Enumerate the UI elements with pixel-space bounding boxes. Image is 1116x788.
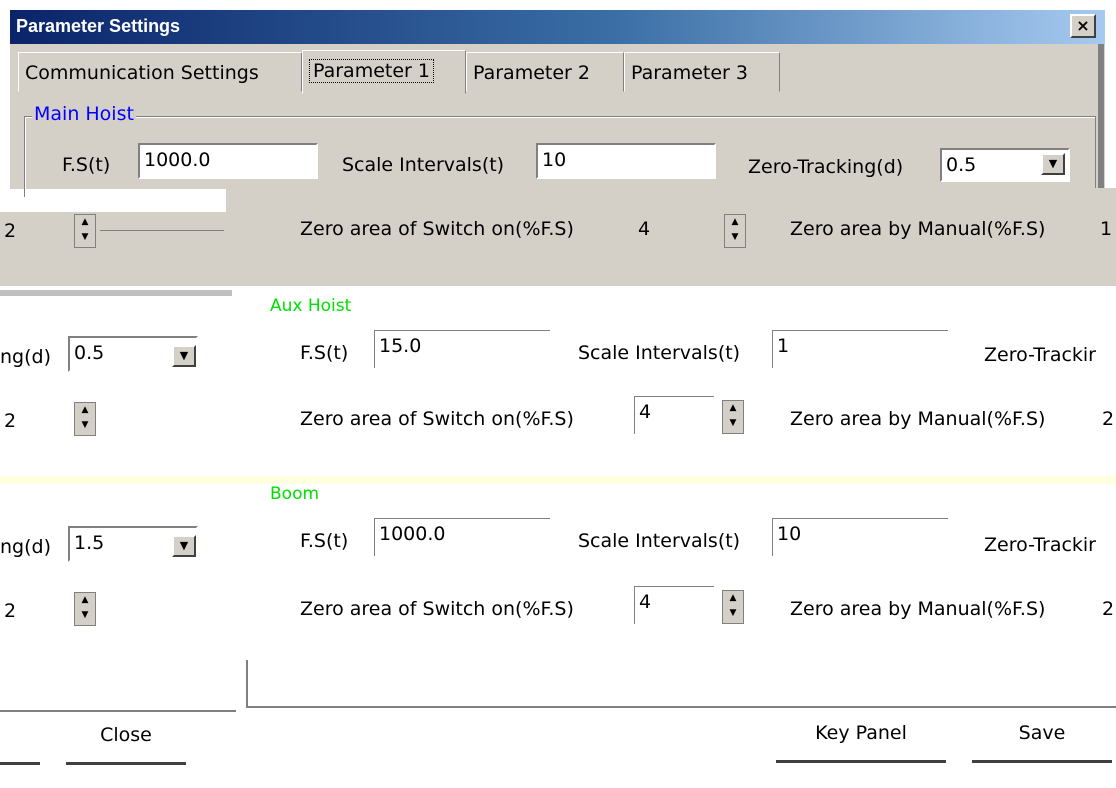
spin-down-icon: ▼ [729, 608, 737, 618]
aux-scale-label: Scale Intervals(t) [578, 342, 741, 364]
boom-zero-switch-label: Zero area of Switch on(%F.S) [300, 598, 574, 620]
main-zero-manual-value[interactable]: 1 [1100, 218, 1112, 240]
boom-zero-tracking-dropdown-button[interactable]: ▼ [172, 535, 196, 557]
main-zero-switch-spinner[interactable]: ▲ ▼ [724, 214, 746, 248]
window-right-border [1098, 44, 1104, 189]
main-left-spinner[interactable]: ▲ ▼ [74, 214, 96, 248]
aux-zero-switch-label: Zero area of Switch on(%F.S) [300, 408, 574, 430]
aux-left-spinner[interactable]: ▲ ▼ [74, 402, 96, 436]
aux-fs-label: F.S(t) [300, 342, 349, 364]
main-zero-manual-label: Zero area by Manual(%F.S) [790, 218, 1046, 240]
aux-zero-manual-label: Zero area by Manual(%F.S) [790, 408, 1046, 430]
main-left-value: 2 [4, 220, 17, 242]
boom-zero-manual-label: Zero area by Manual(%F.S) [790, 598, 1046, 620]
spin-down-icon: ▼ [729, 418, 737, 428]
boom-left-value: 2 [4, 600, 17, 622]
boom-left-spinner[interactable]: ▲ ▼ [74, 592, 96, 626]
separator [0, 290, 232, 296]
aux-zero-tracking-dropdown-button[interactable]: ▼ [172, 345, 196, 367]
spin-down-icon: ▼ [81, 420, 89, 430]
divider [248, 706, 1116, 708]
boom-zero-manual-value[interactable]: 2 [1102, 598, 1114, 620]
chevron-down-icon: ▼ [179, 539, 189, 552]
aux-scale-input[interactable]: 1 [772, 330, 948, 368]
divider [246, 660, 248, 708]
boom-fs-label: F.S(t) [300, 530, 349, 552]
main-hoist-row2-left [0, 212, 226, 286]
chevron-down-icon: ▼ [1048, 157, 1058, 170]
button-edge [0, 762, 40, 765]
boom-zero-switch-value[interactable]: 4 [634, 586, 714, 624]
close-button-edge [66, 762, 186, 765]
aux-left-value: 2 [4, 410, 17, 432]
spin-up-icon: ▲ [729, 593, 737, 603]
key-panel-button-edge [776, 760, 946, 763]
tab-parameter-3[interactable]: Parameter 3 [624, 52, 780, 92]
main-zero-switch-label: Zero area of Switch on(%F.S) [300, 218, 574, 240]
separator [0, 476, 1116, 484]
aux-zero-switch-spinner[interactable]: ▲ ▼ [722, 400, 744, 434]
tab-parameter-1[interactable]: Parameter 1 [302, 50, 466, 94]
main-scale-input[interactable]: 10 [536, 143, 716, 179]
main-fs-input[interactable]: 1000.0 [138, 143, 318, 179]
aux-fs-input[interactable]: 15.0 [374, 330, 550, 368]
boom-legend: Boom [268, 484, 322, 504]
chevron-down-icon: ▼ [179, 349, 189, 362]
spin-down-icon: ▼ [731, 232, 739, 242]
spin-down-icon: ▼ [81, 232, 89, 242]
window-title: Parameter Settings [16, 16, 181, 36]
divider [100, 230, 224, 231]
main-hoist-legend: Main Hoist [32, 103, 136, 125]
aux-hoist-legend: Aux Hoist [268, 296, 354, 316]
boom-zero-switch-spinner[interactable]: ▲ ▼ [722, 590, 744, 624]
boom-scale-input[interactable]: 10 [772, 518, 948, 556]
spin-up-icon: ▲ [81, 595, 89, 605]
tab-communication-settings[interactable]: Communication Settings [18, 52, 302, 92]
main-zero-tracking-label: Zero-Tracking(d) [748, 156, 904, 178]
divider [0, 710, 236, 712]
boom-scale-label: Scale Intervals(t) [578, 530, 741, 552]
boom-zero-tracking-label: ng(d) [0, 536, 51, 558]
main-zero-switch-value[interactable]: 4 [638, 218, 650, 240]
aux-zero-switch-value[interactable]: 4 [634, 396, 714, 434]
aux-zero-tracking-right-label: Zero-Trackir [984, 344, 1096, 366]
main-zero-tracking-dropdown-button[interactable]: ▼ [1041, 153, 1065, 175]
spin-up-icon: ▲ [81, 405, 89, 415]
spin-up-icon: ▲ [81, 217, 89, 227]
close-icon: × [1076, 16, 1090, 35]
tab-parameter-2[interactable]: Parameter 2 [466, 52, 624, 92]
aux-zero-tracking-label: ng(d) [0, 346, 51, 368]
boom-fs-input[interactable]: 1000.0 [374, 518, 550, 556]
boom-zero-tracking-right-label: Zero-Trackir [984, 534, 1096, 556]
spin-up-icon: ▲ [729, 403, 737, 413]
main-scale-label: Scale Intervals(t) [342, 154, 505, 176]
main-fs-label: F.S(t) [62, 154, 111, 176]
save-button-edge [972, 760, 1112, 763]
spin-up-icon: ▲ [731, 217, 739, 227]
spin-down-icon: ▼ [81, 610, 89, 620]
close-window-button[interactable]: × [1070, 14, 1096, 38]
aux-zero-manual-value[interactable]: 2 [1102, 408, 1114, 430]
